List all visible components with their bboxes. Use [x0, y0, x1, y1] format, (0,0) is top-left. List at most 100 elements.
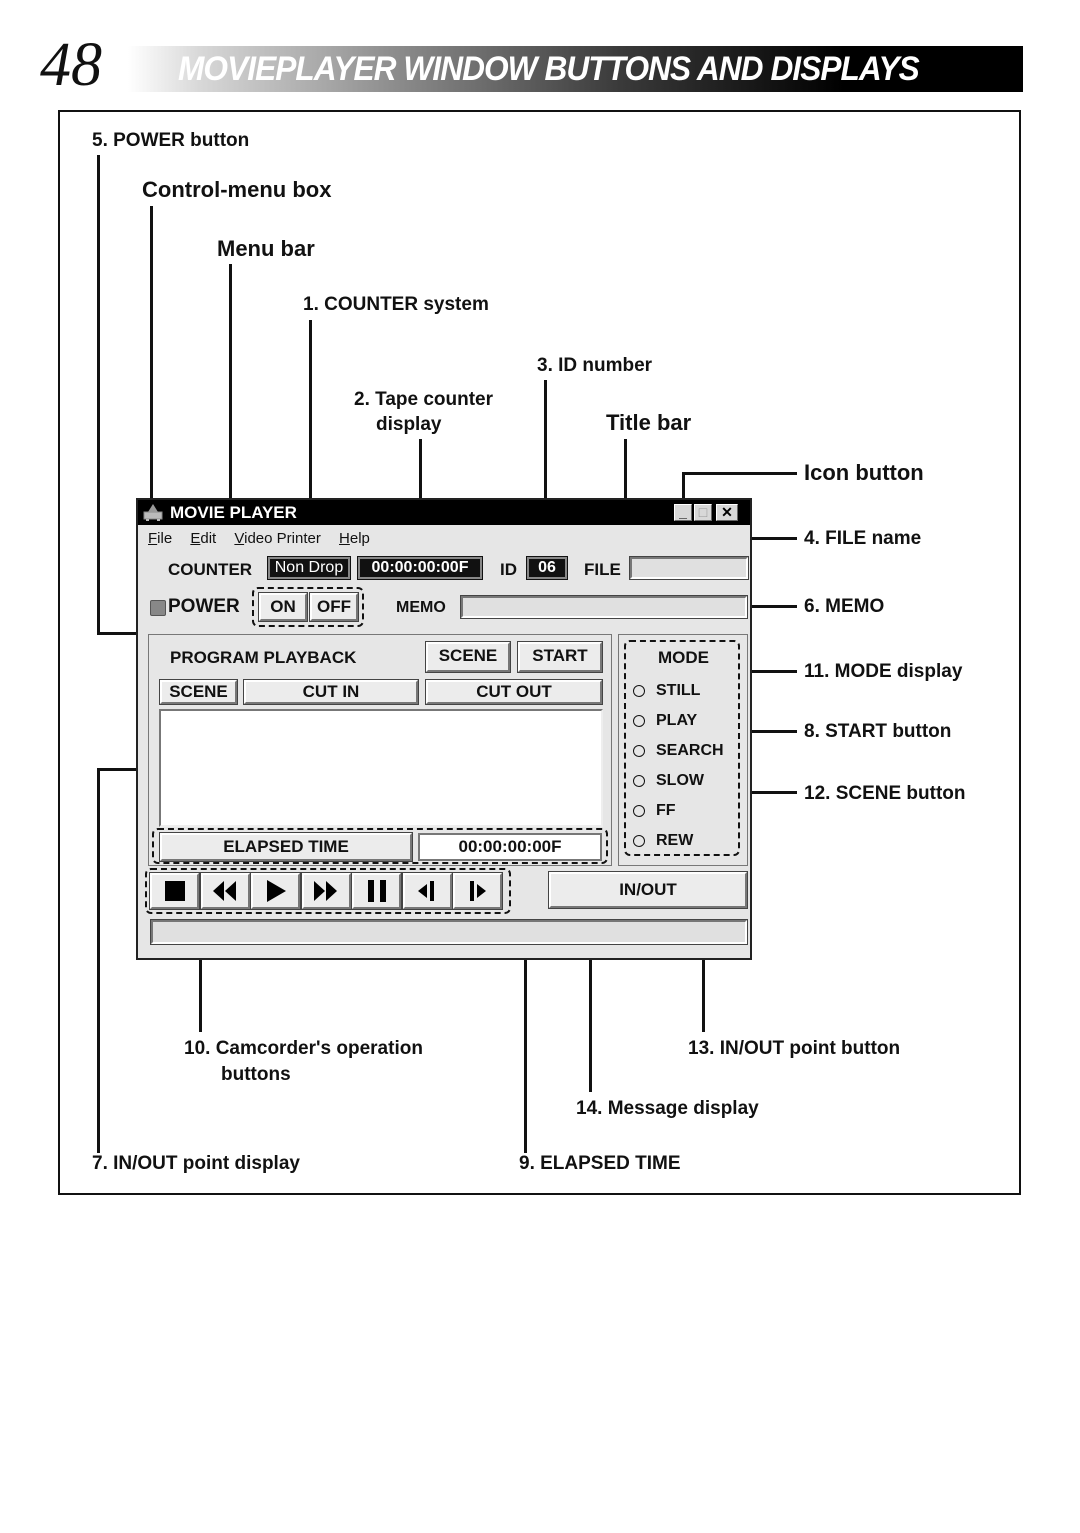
- menu-help[interactable]: Help: [339, 530, 370, 547]
- leader-line: [150, 206, 153, 501]
- callout-start-button: 8. START button: [804, 721, 952, 742]
- mode-label-still: STILL: [656, 682, 701, 699]
- column-header-cut-in[interactable]: CUT IN: [243, 679, 419, 705]
- frame-back-button[interactable]: [401, 872, 453, 910]
- frame-forward-button[interactable]: [452, 872, 503, 910]
- callout-inout-point-display: 7. IN/OUT point display: [92, 1153, 300, 1174]
- memo-label: MEMO: [396, 599, 446, 616]
- mode-label-slow: SLOW: [656, 772, 704, 789]
- callout-inout-point-button: 13. IN/OUT point button: [688, 1038, 901, 1059]
- callout-id-number: 3. ID number: [537, 355, 653, 376]
- page-title: MOVIEPLAYER WINDOW BUTTONS AND DISPLAYS: [178, 50, 920, 88]
- mode-radio-still: [633, 685, 645, 697]
- mode-label-search: SEARCH: [656, 742, 724, 759]
- start-button[interactable]: START: [517, 641, 603, 673]
- camcorder-operation-buttons: [149, 872, 510, 910]
- inout-point-list[interactable]: [159, 709, 603, 827]
- callout-scene-button: 12. SCENE button: [804, 783, 966, 804]
- page-number: 48: [40, 31, 102, 99]
- power-off-button[interactable]: OFF: [309, 592, 359, 622]
- program-playback-label: PROGRAM PLAYBACK: [170, 648, 357, 667]
- column-header-cut-out[interactable]: CUT OUT: [425, 679, 603, 705]
- counter-label: COUNTER: [168, 560, 253, 579]
- minimize-button[interactable]: _: [674, 504, 692, 521]
- power-on-button[interactable]: ON: [258, 592, 308, 622]
- menu-accel: F: [148, 530, 158, 547]
- movieplayer-window: MOVIE PLAYER _ □ ✕ File Edit Video Print…: [136, 498, 752, 960]
- counter-mode-button[interactable]: Non Drop: [267, 556, 351, 580]
- elapsed-time-display: 00:00:00:00F: [418, 833, 602, 861]
- scene-button[interactable]: SCENE: [425, 641, 511, 673]
- mode-label-play: PLAY: [656, 712, 698, 729]
- inout-button[interactable]: IN/OUT: [548, 871, 748, 909]
- mode-label-ff: FF: [656, 802, 676, 819]
- mode-label-rew: REW: [656, 832, 694, 849]
- callout-counter-system: 1. COUNTER system: [303, 294, 489, 315]
- close-icon: ✕: [721, 504, 733, 520]
- callout-power-button: 5. POWER button: [92, 130, 250, 151]
- menu-label: dit: [200, 530, 217, 547]
- pause-icon: [366, 880, 388, 902]
- menu-file[interactable]: File: [148, 530, 172, 547]
- frame-back-icon: [416, 881, 438, 901]
- pause-button[interactable]: [351, 872, 402, 910]
- rewind-icon: [212, 881, 238, 901]
- mode-title: MODE: [658, 648, 709, 667]
- callout-mode-display: 11. MODE display: [804, 661, 963, 682]
- title-bar[interactable]: MOVIE PLAYER _ □ ✕: [138, 500, 750, 525]
- file-name-field[interactable]: [629, 556, 749, 580]
- callout-tape-counter: 2. Tape counter: [354, 389, 494, 410]
- maximize-icon: □: [698, 504, 708, 520]
- leader-line: [97, 155, 100, 635]
- maximize-button[interactable]: □: [694, 504, 712, 521]
- callout-memo: 6. MEMO: [804, 596, 885, 617]
- leader-line: [97, 768, 100, 1153]
- memo-field[interactable]: [460, 595, 748, 619]
- callout-control-menu-box: Control-menu box: [142, 177, 332, 202]
- stop-button[interactable]: [149, 872, 200, 910]
- menu-video-printer[interactable]: Video Printer: [234, 530, 320, 547]
- mode-radio-search: [633, 745, 645, 757]
- menu-label: ideo Printer: [244, 530, 321, 547]
- id-display: 06: [526, 556, 568, 580]
- id-label: ID: [500, 560, 517, 579]
- file-label: FILE: [584, 560, 621, 579]
- stop-icon: [164, 880, 186, 902]
- callout-tape-counter-2: display: [376, 414, 442, 435]
- menu-edit[interactable]: Edit: [190, 530, 216, 547]
- menu-accel: V: [234, 530, 245, 547]
- menu-label: ile: [157, 530, 173, 547]
- mode-radio-ff: [633, 805, 645, 817]
- column-header-scene[interactable]: SCENE: [159, 679, 238, 705]
- play-button[interactable]: [250, 872, 301, 910]
- mode-radio-rew: [633, 835, 645, 847]
- mode-radio-slow: [633, 775, 645, 787]
- mode-radio-play: [633, 715, 645, 727]
- leader-line: [682, 472, 797, 475]
- tape-counter-display: 00:00:00:00F: [357, 556, 483, 580]
- leader-line: [589, 944, 592, 1092]
- camcorder-icon[interactable]: [142, 502, 164, 522]
- callout-elapsed-time: 9. ELAPSED TIME: [519, 1153, 681, 1174]
- window-title: MOVIE PLAYER: [170, 503, 297, 522]
- leader-line: [748, 605, 797, 608]
- fast-forward-button[interactable]: [300, 872, 352, 910]
- close-button[interactable]: ✕: [716, 504, 738, 521]
- callout-camcorder-buttons: 10. Camcorder's operation: [184, 1038, 423, 1059]
- callout-file-name: 4. FILE name: [804, 528, 922, 549]
- rewind-button[interactable]: [199, 872, 251, 910]
- message-display: [150, 919, 748, 945]
- elapsed-time-label: ELAPSED TIME: [159, 832, 413, 862]
- power-label: POWER: [168, 596, 240, 617]
- callout-menu-bar: Menu bar: [217, 236, 315, 261]
- leader-line: [624, 439, 627, 507]
- menu-accel: E: [190, 530, 201, 547]
- play-icon: [265, 880, 287, 902]
- fast-forward-icon: [313, 881, 339, 901]
- frame-forward-icon: [467, 881, 489, 901]
- power-indicator: [150, 600, 166, 616]
- callout-message-display: 14. Message display: [576, 1098, 759, 1119]
- callout-camcorder-buttons-2: buttons: [221, 1064, 291, 1085]
- callout-icon-button: Icon button: [804, 460, 924, 485]
- callout-title-bar: Title bar: [606, 410, 692, 435]
